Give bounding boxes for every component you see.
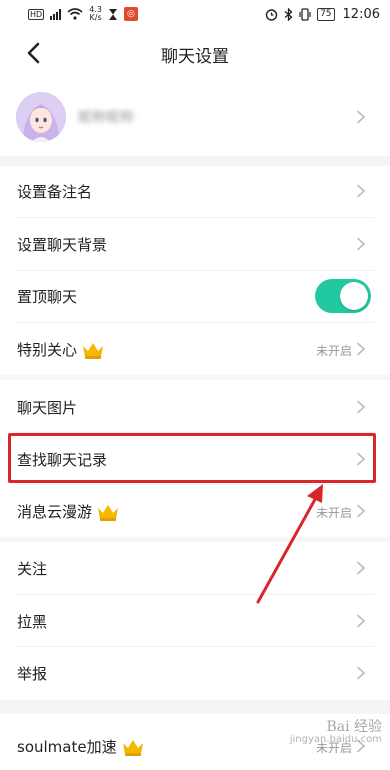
section-gap — [0, 700, 390, 714]
toggle-knob — [340, 282, 368, 310]
signal-icon — [50, 8, 62, 20]
chevron-right-icon — [356, 666, 366, 680]
nav-bar: 聊天设置 — [0, 28, 390, 78]
avatar-image — [16, 92, 66, 142]
watermark-url: jingyan.baidu.com — [289, 734, 382, 745]
row-label: 举报 — [17, 665, 48, 683]
row-special-care[interactable]: 特别关心 未开启 — [0, 325, 390, 373]
row-label: 消息云漫游 — [17, 501, 120, 522]
row-block[interactable]: 拉黑 — [0, 597, 390, 645]
status-bar-right: 75 12:06 — [265, 7, 380, 22]
app-notification-icon: ◎ — [123, 7, 138, 21]
row-pin-chat: 置顶聊天 — [0, 272, 390, 320]
divider — [16, 646, 374, 647]
contact-name: 昵称昵称 — [78, 110, 134, 126]
row-label: 特别关心 — [17, 339, 105, 360]
row-label: 拉黑 — [17, 613, 48, 631]
net-speed-unit: K/s — [89, 13, 102, 22]
divider — [16, 484, 374, 485]
status-bar: HD 4.3 K/s ◎ 75 12:06 — [0, 0, 390, 28]
wifi-icon — [67, 8, 83, 20]
crown-icon — [122, 739, 143, 756]
hourglass-icon — [108, 8, 117, 20]
row-label: 关注 — [17, 560, 48, 578]
section-gap — [0, 156, 390, 166]
row-chat-background[interactable]: 设置聊天背景 — [0, 220, 390, 268]
crown-icon — [83, 342, 104, 359]
divider — [16, 594, 374, 595]
row-label: 置顶聊天 — [17, 288, 78, 306]
status-bar-left: HD 4.3 K/s ◎ — [28, 6, 138, 22]
page-title: 聊天设置 — [161, 47, 229, 67]
chevron-right-icon — [356, 237, 366, 251]
row-label: 设置聊天背景 — [17, 236, 108, 254]
row-set-remark[interactable]: 设置备注名 — [0, 167, 390, 215]
section-gap — [0, 537, 390, 542]
row-follow[interactable]: 关注 — [0, 544, 390, 592]
chevron-right-icon — [356, 184, 366, 198]
net-speed: 4.3 K/s — [89, 6, 102, 22]
vibrate-icon — [299, 7, 311, 21]
chevron-right-icon — [356, 110, 366, 124]
divider — [16, 270, 374, 271]
chevron-right-icon — [356, 400, 366, 414]
row-cloud-roaming[interactable]: 消息云漫游 未开启 — [0, 487, 390, 535]
row-label: soulmate加速 — [17, 736, 145, 757]
divider — [16, 217, 374, 218]
pin-chat-toggle[interactable] — [315, 279, 371, 313]
chevron-right-icon — [356, 342, 366, 356]
watermark-logo: Bai 经验 — [326, 719, 382, 735]
avatar[interactable] — [16, 92, 66, 142]
annotation-highlight-box — [8, 433, 376, 483]
alarm-icon — [265, 8, 278, 21]
row-report[interactable]: 举报 — [0, 649, 390, 697]
chevron-right-icon — [356, 614, 366, 628]
row-label: 聊天图片 — [17, 399, 78, 417]
row-label: 设置备注名 — [17, 183, 93, 201]
section-gap — [0, 375, 390, 380]
chevron-right-icon — [356, 561, 366, 575]
status-text: 未开启 — [315, 344, 352, 358]
divider — [16, 322, 374, 323]
clock: 12:06 — [342, 6, 380, 22]
status-text: 未开启 — [315, 506, 352, 520]
bluetooth-icon — [284, 7, 293, 21]
crown-icon — [98, 504, 119, 521]
hd-badge: HD — [28, 8, 45, 20]
chevron-right-icon — [356, 504, 366, 518]
battery-indicator: 75 — [317, 7, 335, 21]
profile-row[interactable]: 昵称昵称 — [0, 88, 390, 150]
row-chat-images[interactable]: 聊天图片 — [0, 383, 390, 431]
